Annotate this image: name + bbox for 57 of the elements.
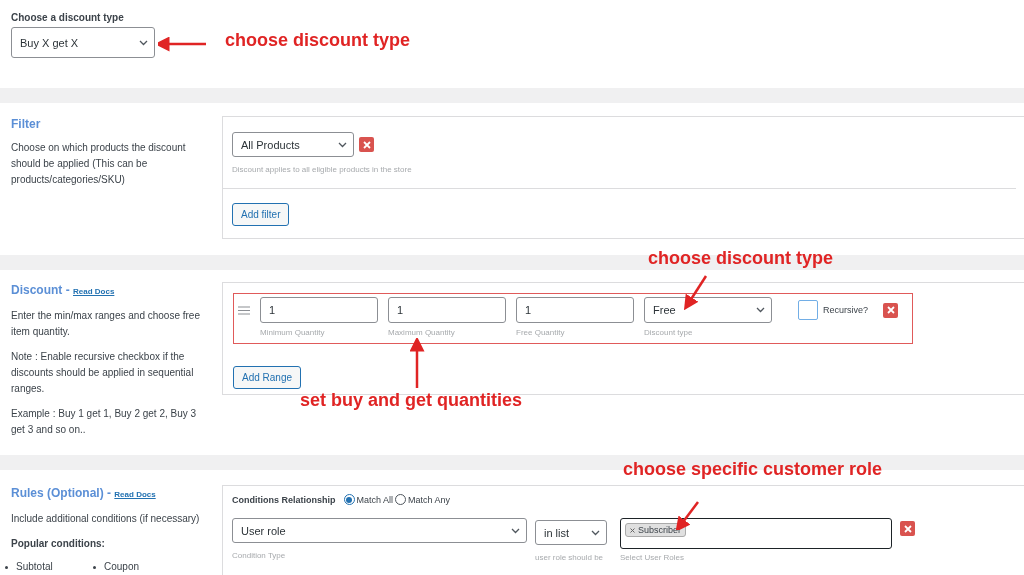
discount-type-select[interactable]: Free	[644, 297, 772, 323]
annotation-text: set buy and get quantities	[300, 390, 523, 411]
condition-list-item: Coupon	[93, 559, 181, 575]
relationship-label: Conditions Relationship	[232, 494, 336, 505]
read-docs-link[interactable]: Read Docs	[73, 287, 115, 296]
quantity-input[interactable]: 1	[516, 297, 634, 323]
section-description: Include additional conditions (if necessary)	[11, 512, 201, 526]
section-description: Note : Enable recursive checkbox if the discounts should be applied in sequential ranges.	[11, 350, 195, 396]
field-label: Maximum Quantity	[388, 328, 456, 337]
close-icon	[886, 306, 895, 314]
recursive-checkbox[interactable]	[798, 300, 818, 320]
roles-field[interactable]: Subscriber	[620, 518, 892, 549]
caret-icon	[591, 529, 600, 536]
condition-list-item: Subtotal	[5, 559, 93, 575]
field-label: Discount type	[644, 328, 694, 337]
quantity-input[interactable]: 1	[388, 297, 506, 323]
field-label: Condition Type	[232, 551, 287, 560]
annotation-text: choose discount type	[648, 248, 834, 269]
close-icon	[903, 524, 912, 533]
field-label: Choose a discount type	[11, 12, 125, 23]
radio-option[interactable]: Match Any	[395, 494, 451, 505]
section-title: Filter	[11, 116, 42, 132]
operator-select[interactable]: in list	[535, 520, 607, 545]
field-label: Free Quantity	[516, 328, 566, 337]
add-range-button[interactable]: Add Range	[233, 366, 302, 389]
radio-option[interactable]: Match All	[343, 494, 393, 505]
discount-type-select[interactable]: Buy X get X	[11, 27, 155, 58]
annotation-text: choose discount type	[225, 30, 411, 51]
popular-conditions-heading: Popular conditions:	[11, 537, 106, 551]
annotation-arrow	[158, 36, 208, 52]
section-description: Choose on which products the discount should be applied (This can be products/categories/SKU)	[11, 141, 187, 187]
field-label: user role should be	[535, 553, 605, 562]
section-title: Rules (Optional) -	[11, 486, 112, 500]
caret-icon	[338, 141, 347, 148]
drag-handle-icon[interactable]	[238, 306, 250, 315]
remove-icon[interactable]	[630, 528, 635, 533]
section-description: Example : Buy 1 get 1, Buy 2 get 2, Buy 3 get 3 and so on..	[11, 407, 198, 437]
caret-icon	[756, 307, 765, 313]
delete-button[interactable]	[900, 521, 915, 536]
checkbox-label: Recursive?	[823, 305, 869, 315]
role-tag[interactable]: Subscriber	[625, 523, 687, 537]
condition-type-select[interactable]: User role	[232, 518, 527, 543]
section-description: Enter the min/max ranges and choose free item quantity.	[11, 309, 201, 339]
filter-hint: Discount applies to all eligible products in the store	[232, 165, 413, 174]
annotation-text: choose specific customer role	[623, 459, 883, 480]
close-icon	[362, 140, 371, 149]
field-label: Minimum Quantity	[260, 328, 326, 337]
quantity-input[interactable]: 1	[260, 297, 378, 323]
filter-select[interactable]: All Products	[232, 132, 354, 157]
delete-button[interactable]	[883, 302, 899, 318]
caret-icon	[511, 527, 520, 534]
add-filter-button[interactable]: Add filter	[232, 203, 290, 226]
caret-icon	[139, 39, 148, 46]
delete-button[interactable]	[359, 137, 374, 152]
field-label: Select User Roles	[620, 553, 686, 562]
read-docs-link[interactable]: Read Docs	[114, 490, 156, 499]
section-title: Discount -	[11, 283, 71, 297]
